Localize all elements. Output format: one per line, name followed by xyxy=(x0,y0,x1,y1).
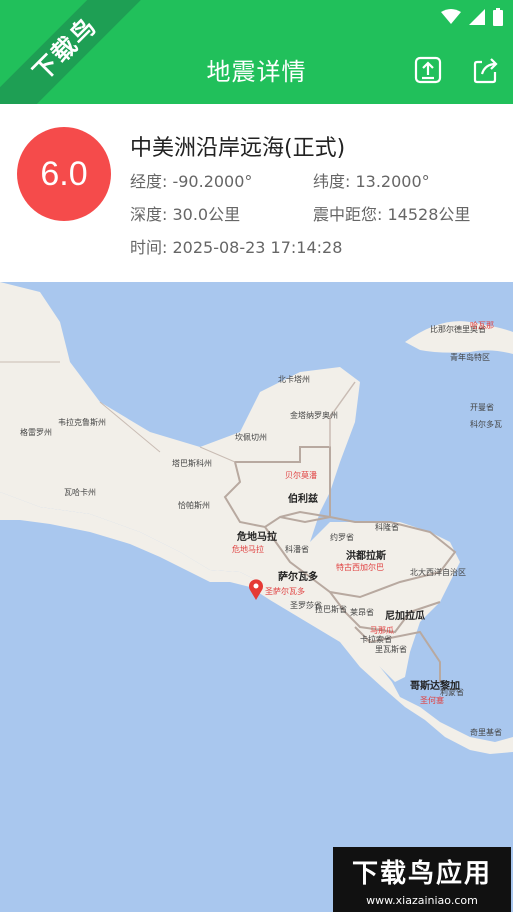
share-button[interactable] xyxy=(465,50,505,90)
map-label: 开曼省 xyxy=(470,403,494,412)
map-label: 尼加拉瓜 xyxy=(385,611,425,622)
quake-info-card: 6.0 中美洲沿岸远海(正式) 经度: -90.2000° 纬度: 13.200… xyxy=(0,104,513,282)
map-label: 科隆省 xyxy=(375,523,399,532)
map-label: 金塔纳罗奥州 xyxy=(290,411,338,420)
map-label: 北卡塔州 xyxy=(278,375,310,384)
longitude-text: 经度: -90.2000° xyxy=(130,172,253,191)
map-label: 瓦哈卡州 xyxy=(64,488,96,497)
watermark-logo-url: www.xiazainiao.com xyxy=(366,893,478,907)
map-label: 恰帕斯州 xyxy=(178,501,210,510)
watermark-logo-text: 下载鸟应用 xyxy=(351,858,492,889)
map-label: 青年岛特区 xyxy=(450,353,490,362)
map-label: 圣罗莎省 xyxy=(290,601,322,610)
distance-text: 震中距您: 14528公里 xyxy=(313,205,471,224)
map-label: 莱昂省 xyxy=(350,608,374,617)
map-label: 格雷罗州 xyxy=(20,428,52,437)
map-label: 科潘省 xyxy=(285,545,309,554)
map-label: 利蒙省 xyxy=(440,688,464,697)
share-icon xyxy=(473,58,498,84)
map-label: 坎佩切州 xyxy=(235,433,267,442)
map-label: 塔巴斯科州 xyxy=(172,459,212,468)
epicenter-marker[interactable] xyxy=(248,578,264,600)
map-label: 哈瓦那 xyxy=(470,321,494,330)
map-label: 韦拉克鲁斯州 xyxy=(58,418,106,427)
map-label: 圣萨尔瓦多 xyxy=(265,587,305,596)
map-label: 危地马拉 xyxy=(232,545,264,554)
quake-title: 中美洲沿岸远海(正式) xyxy=(130,136,346,161)
map-label: 伯利兹 xyxy=(288,494,318,505)
map-label: 洪都拉斯 xyxy=(346,551,386,562)
map-label: 萨尔瓦多 xyxy=(278,572,318,583)
map-label: 约罗省 xyxy=(330,533,354,542)
map-label: 北大西洋自治区 xyxy=(410,568,466,577)
magnitude-badge: 6.0 xyxy=(17,127,111,221)
map-label: 贝尔莫潘 xyxy=(285,471,317,480)
latitude-text: 纬度: 13.2000° xyxy=(313,172,430,191)
wifi-icon xyxy=(441,9,461,29)
time-text: 时间: 2025-08-23 17:14:28 xyxy=(130,238,343,257)
depth-text: 深度: 30.0公里 xyxy=(130,205,241,224)
upload-icon xyxy=(414,56,442,84)
map-label: 里瓦斯省 xyxy=(375,645,407,654)
upload-button[interactable] xyxy=(408,50,448,90)
signal-icon xyxy=(469,9,485,29)
map-label: 奇里基省 xyxy=(470,728,502,737)
map-label: 科尔多瓦 xyxy=(470,420,502,429)
epicenter-map[interactable]: 北卡塔州金塔纳罗奥州坎佩切州塔巴斯科州恰帕斯州 瓦哈卡州 韦拉克鲁斯州 格雷罗州伯利兹… xyxy=(0,282,513,912)
map-label: 危地马拉 xyxy=(237,532,277,543)
map-label: 特古西加尔巴 xyxy=(336,563,384,572)
watermark-logo: 下载鸟应用 www.xiazainiao.com xyxy=(333,847,511,912)
battery-icon xyxy=(493,8,503,30)
